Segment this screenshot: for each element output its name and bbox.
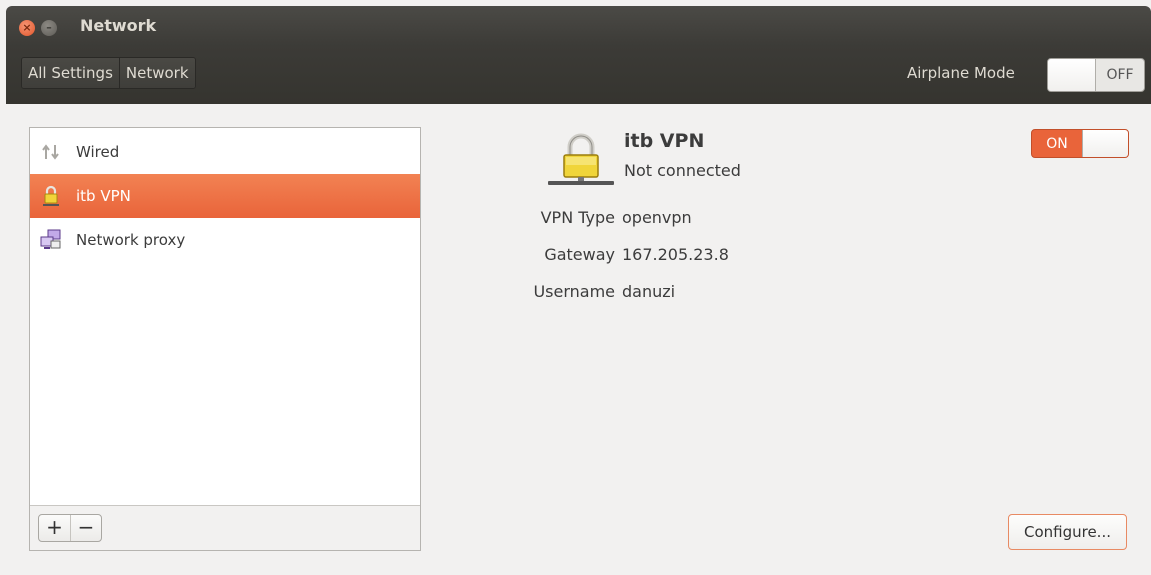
vpn-type-label: VPN Type [540, 208, 615, 227]
sidebar-item-network-proxy[interactable]: Network proxy [30, 218, 420, 262]
connection-list-panel: Wired itb VPN Network proxy + − [29, 127, 421, 551]
configure-button[interactable]: Configure... [1008, 514, 1127, 550]
window-title: Network [80, 16, 157, 35]
username-value: danuzi [622, 282, 676, 301]
wired-arrows-icon [40, 141, 62, 163]
breadcrumb: All Settings Network [21, 57, 196, 89]
airplane-mode-toggle[interactable]: OFF [1047, 58, 1145, 92]
vpn-type-value: openvpn [622, 208, 692, 227]
vpn-power-toggle-knob [1082, 130, 1128, 157]
sidebar-item-itb-vpn[interactable]: itb VPN [30, 174, 420, 218]
sidebar-item-label: Wired [76, 143, 120, 161]
connection-list-footer: + − [30, 505, 420, 550]
add-remove-group: + − [38, 514, 102, 542]
sidebar-item-wired[interactable]: Wired [30, 130, 420, 174]
airplane-mode-toggle-knob [1048, 59, 1096, 91]
sidebar-item-label: Network proxy [76, 231, 186, 249]
window-titlebar: × – Network [6, 6, 1151, 46]
network-proxy-icon [40, 229, 62, 251]
close-window-button[interactable]: × [19, 20, 35, 36]
toolbar: All Settings Network Airplane Mode OFF [6, 46, 1151, 104]
gateway-label: Gateway [544, 245, 615, 264]
vpn-status: Not connected [624, 161, 741, 180]
add-connection-button[interactable]: + [39, 515, 70, 541]
vpn-power-state: ON [1046, 135, 1068, 152]
lock-icon [40, 185, 62, 207]
remove-connection-button[interactable]: − [70, 515, 101, 541]
breadcrumb-network[interactable]: Network [118, 58, 195, 88]
gateway-value: 167.205.23.8 [622, 245, 729, 264]
airplane-mode-label: Airplane Mode [907, 64, 1015, 82]
vpn-lock-icon [546, 132, 616, 192]
vpn-name: itb VPN [624, 130, 705, 152]
username-label: Username [533, 282, 615, 301]
breadcrumb-all-settings[interactable]: All Settings [22, 58, 119, 88]
vpn-power-toggle[interactable]: ON [1031, 129, 1129, 158]
minimize-window-button[interactable]: – [41, 20, 57, 36]
sidebar-item-label: itb VPN [76, 187, 131, 205]
airplane-mode-state: OFF [1106, 67, 1134, 83]
